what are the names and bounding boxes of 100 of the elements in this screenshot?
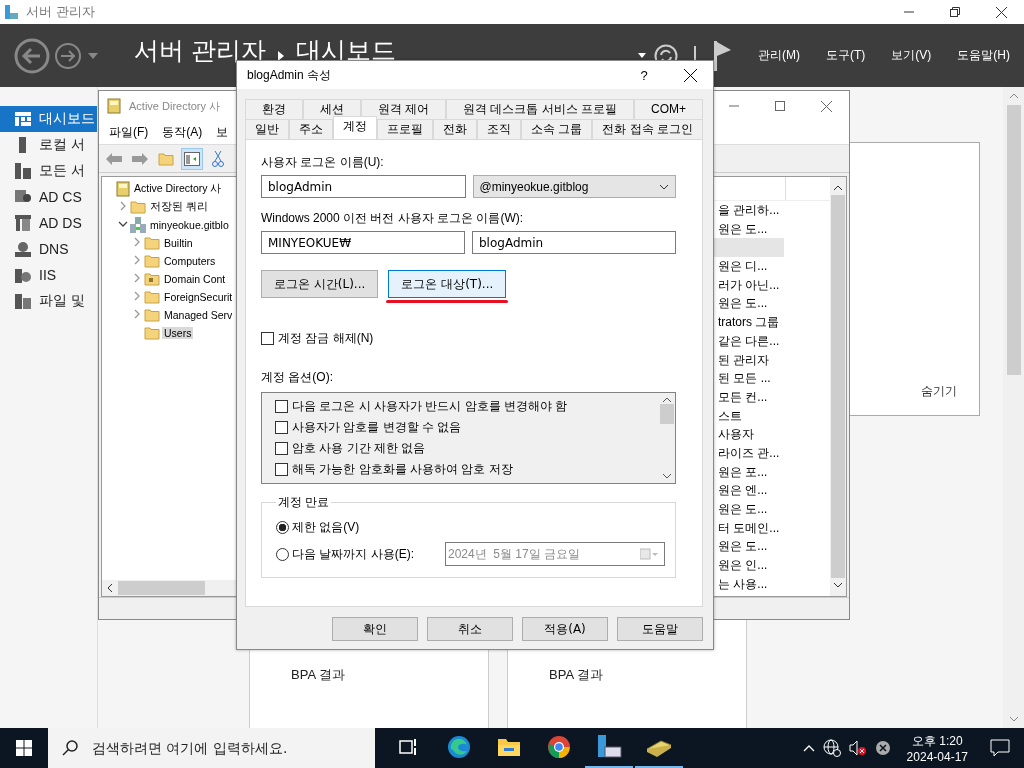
sidebar-item[interactable]: 대시보드	[0, 106, 97, 132]
tab[interactable]: 조직	[477, 119, 521, 139]
sidebar-item[interactable]: 모든 서	[0, 158, 97, 184]
checkbox-label[interactable]: 암호 사용 기간 제한 없음	[292, 439, 426, 457]
checkbox-label[interactable]: 다음 로그온 시 사용자가 반드시 암호를 변경해야 함	[292, 397, 568, 415]
radio-button[interactable]	[276, 547, 289, 561]
checkbox[interactable]	[275, 399, 288, 413]
dialog-button[interactable]: 취소	[427, 617, 513, 641]
domain-dropdown[interactable]: @minyeokue.gitblog	[472, 175, 676, 198]
scroll-thumb[interactable]	[831, 195, 845, 578]
chevron-down-icon[interactable]	[118, 219, 128, 229]
scroll-thumb[interactable]	[1006, 105, 1021, 375]
scroll-left-icon[interactable]	[105, 583, 115, 593]
tab[interactable]: 프로필	[377, 119, 433, 139]
checkbox[interactable]	[261, 331, 274, 345]
tab[interactable]: 전화	[433, 119, 477, 139]
logon-name-field[interactable]: blogAdmin	[261, 175, 466, 198]
scroll-down-icon[interactable]	[662, 472, 672, 480]
tree-item[interactable]: Domain Cont	[162, 273, 228, 285]
checkbox[interactable]	[275, 462, 288, 476]
tab[interactable]: 세션	[302, 99, 361, 119]
tree-item[interactable]: Managed Serv	[162, 309, 235, 321]
sidebar-item[interactable]: DNS	[0, 236, 97, 262]
error-icon[interactable]	[874, 740, 891, 756]
hide-link[interactable]: 숨기기	[921, 383, 957, 400]
forward-icon[interactable]	[54, 41, 82, 70]
menu-item[interactable]: 보	[216, 124, 229, 141]
radio-button[interactable]	[276, 521, 289, 534]
menu-item[interactable]: 도구(T)	[826, 47, 866, 64]
chevron-right-icon[interactable]	[118, 201, 128, 211]
scroll-up-icon[interactable]	[833, 183, 843, 193]
globe-icon[interactable]	[822, 739, 841, 757]
dialog-button[interactable]: 적용(A)	[522, 617, 608, 641]
checkbox-label[interactable]: 사용자가 암호를 변경할 수 없음	[292, 418, 462, 436]
scrollbar[interactable]	[830, 177, 846, 596]
breadcrumb-item[interactable]: 서버 관리자	[134, 34, 266, 67]
server-manager-icon[interactable]	[596, 735, 622, 759]
tab[interactable]: 원격 데스크톱 서비스 프로필	[446, 99, 635, 119]
sidebar-item[interactable]: 파일 및	[0, 288, 97, 314]
tab[interactable]: 계정	[333, 116, 377, 139]
checkbox-label[interactable]: 계정 잠금 해제(N)	[278, 329, 374, 347]
sidebar-item[interactable]: IIS	[0, 262, 97, 288]
logon-button[interactable]: 로그온 대상(T)...	[388, 270, 507, 298]
caret-down-icon[interactable]	[638, 53, 646, 58]
folder-icon[interactable]	[497, 737, 521, 757]
tab[interactable]: 환경	[245, 99, 303, 119]
console-tree-button[interactable]	[181, 147, 203, 170]
scroll-thumb[interactable]	[660, 404, 674, 424]
search-field[interactable]: 검색하려면 여기에 입력하세요.	[90, 739, 370, 757]
tree-item[interactable]: Active Directory 사	[132, 182, 224, 196]
tree-item[interactable]: Builtin	[162, 237, 195, 249]
tab[interactable]: 일반	[245, 119, 289, 139]
search-box[interactable]: 검색하려면 여기에 입력하세요.	[48, 728, 375, 768]
tree-item[interactable]: Computers	[162, 255, 218, 267]
task-view-icon[interactable]	[399, 738, 419, 756]
tree-item[interactable]: ForeignSecurit	[162, 291, 235, 303]
tab[interactable]: 주소	[289, 119, 333, 139]
radio-label[interactable]: 제한 없음(V)	[292, 519, 360, 536]
tree-item[interactable]: minyeokue.gitblo	[148, 219, 231, 231]
chevron-up-icon[interactable]	[802, 744, 815, 752]
logon-name-field[interactable]: blogAdmin	[472, 231, 676, 254]
scroll-down-icon[interactable]	[833, 580, 843, 590]
sidebar-item[interactable]: AD CS	[0, 184, 97, 210]
radio-label[interactable]: 다음 날짜까지 사용(E):	[292, 545, 414, 563]
menu-item[interactable]: 관리(M)	[758, 47, 800, 64]
tree-item[interactable]: 저장된 쿼리	[148, 200, 210, 214]
flag-icon[interactable]	[712, 40, 732, 71]
browser-icon[interactable]	[447, 735, 471, 759]
sidebar-item[interactable]: AD DS	[0, 210, 97, 236]
logon-button[interactable]: 로그온 시간(L)...	[261, 270, 379, 298]
notification-icon[interactable]	[990, 739, 1010, 757]
speaker-muted-icon[interactable]	[848, 740, 867, 756]
tab[interactable]: 전화 접속 로그인	[592, 119, 703, 139]
clock[interactable]: 오후 1:20 2024-04-17	[906, 732, 968, 764]
tab[interactable]: 원격 제어	[360, 99, 447, 119]
tree-item[interactable]: Users	[162, 327, 194, 339]
tile-link[interactable]: BPA 결과	[291, 666, 345, 684]
scroll-up-icon[interactable]	[662, 396, 672, 404]
tab[interactable]: 소속 그룹	[521, 119, 593, 139]
menu-item[interactable]: 동작(A)	[162, 124, 203, 141]
folder-icon	[144, 236, 160, 250]
menu-item[interactable]: 파일(F)	[109, 124, 149, 141]
menu-item[interactable]: 보기(V)	[891, 47, 932, 64]
tab[interactable]: COM+	[634, 99, 703, 119]
scroll-thumb[interactable]	[118, 581, 205, 595]
checkbox-label[interactable]: 해독 가능한 암호화를 사용하여 암호 저장	[292, 460, 513, 478]
checkbox[interactable]	[275, 420, 288, 434]
dialog-button[interactable]: 확인	[332, 617, 418, 641]
scrollbar[interactable]	[1003, 87, 1024, 728]
menu-item[interactable]: 도움말(H)	[957, 47, 1010, 64]
dialog-button[interactable]: 도움말	[617, 617, 703, 641]
help-button[interactable]: ?	[621, 67, 667, 83]
checkbox[interactable]	[275, 441, 288, 455]
chrome-icon[interactable]	[547, 735, 571, 759]
book-icon[interactable]	[645, 737, 673, 757]
tile-link[interactable]: BPA 결과	[549, 666, 603, 684]
dialog-title: blogAdmin 속성	[247, 66, 332, 84]
back-icon[interactable]	[14, 37, 50, 74]
domain-field[interactable]: MINYEOKUE₩	[261, 231, 465, 254]
sidebar-item[interactable]: 로컬 서	[0, 132, 97, 158]
